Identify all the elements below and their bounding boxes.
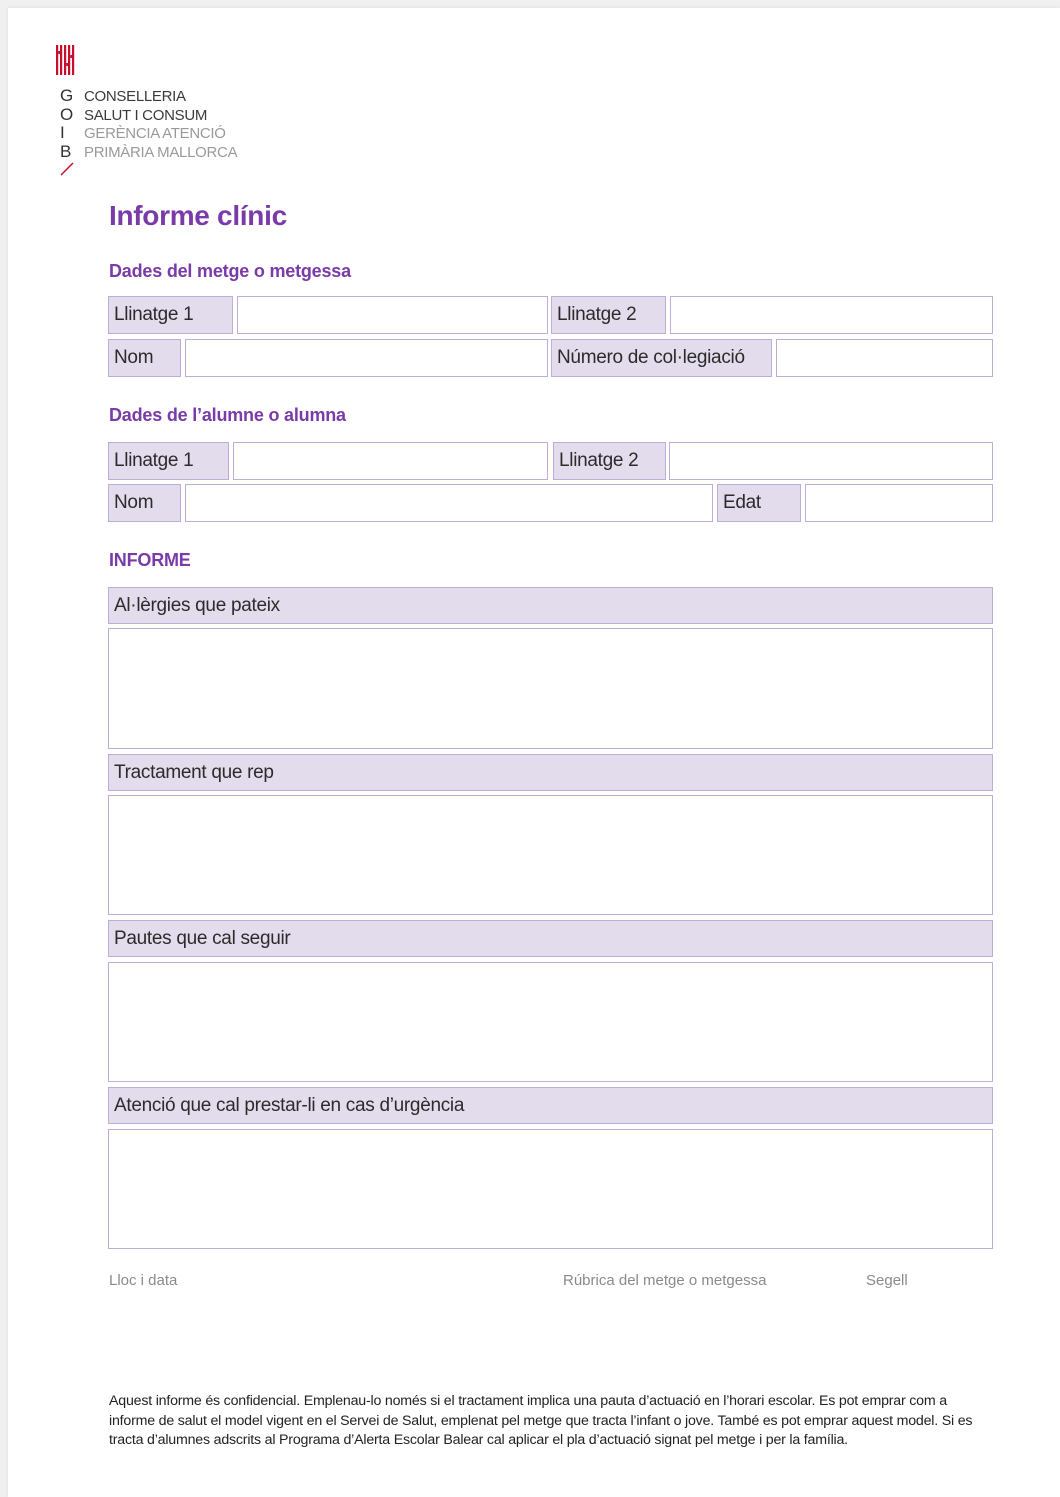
student-age-field[interactable] xyxy=(805,484,993,522)
doctor-surname2-label: Llinatge 2 xyxy=(551,296,666,334)
logo-letters: G O I B xyxy=(60,86,76,161)
guidelines-textarea[interactable] xyxy=(108,962,993,1082)
logo-text: CONSELLERIA SALUT I CONSUM GERÈNCIA ATEN… xyxy=(84,88,238,162)
doctor-surname2-field[interactable] xyxy=(670,296,993,334)
confidentiality-note: Aquest informe és confidencial. Emplenau… xyxy=(109,1393,973,1448)
stamp-label: Segell xyxy=(866,1272,908,1289)
logo-line: SALUT I CONSUM xyxy=(84,106,208,124)
doctor-name-label: Nom xyxy=(108,339,181,377)
guidelines-label: Pautes que cal seguir xyxy=(108,920,993,957)
doctor-section-heading: Dades del metge o metgessa xyxy=(109,261,351,281)
allergies-label: Al·lèrgies que pateix xyxy=(108,587,993,624)
student-surname1-field[interactable] xyxy=(233,442,548,480)
logo-letter: G xyxy=(60,86,74,105)
doctor-signature-label: Rúbrica del metge o metgessa xyxy=(563,1272,767,1289)
doctor-name-field[interactable] xyxy=(185,339,548,377)
logo-slash-icon xyxy=(60,162,74,176)
student-age-label: Edat xyxy=(717,484,801,522)
student-surname2-label: Llinatge 2 xyxy=(553,442,666,480)
logo-letter: B xyxy=(60,141,72,161)
student-surname1-label: Llinatge 1 xyxy=(108,442,229,480)
place-date-label: Lloc i data xyxy=(109,1272,178,1289)
student-name-field[interactable] xyxy=(185,484,713,522)
logo-line: CONSELLERIA xyxy=(84,88,186,105)
student-name-label: Nom xyxy=(108,484,181,522)
college-number-label: Número de col·legiació xyxy=(551,339,772,377)
doctor-surname1-field[interactable] xyxy=(237,296,548,334)
logo-line: PRIMÀRIA MALLORCA xyxy=(84,143,238,161)
goib-logo-icon xyxy=(56,45,75,75)
report-section-heading: INFORME xyxy=(109,550,191,570)
allergies-textarea[interactable] xyxy=(108,628,993,749)
student-surname2-field[interactable] xyxy=(669,442,993,480)
logo-letter: I xyxy=(60,123,65,142)
treatment-label: Tractament que rep xyxy=(108,754,993,791)
page-title: Informe clínic xyxy=(109,200,287,231)
logo-line: GERÈNCIA ATENCIÓ xyxy=(84,125,226,142)
student-section-heading: Dades de l’alumne o alumna xyxy=(109,405,346,425)
emergency-textarea[interactable] xyxy=(108,1129,993,1249)
emergency-label: Atenció que cal prestar-li en cas d’urgè… xyxy=(108,1087,993,1124)
logo-letter: O xyxy=(60,104,74,124)
doctor-surname1-label: Llinatge 1 xyxy=(108,296,233,334)
college-number-field[interactable] xyxy=(776,339,993,377)
treatment-textarea[interactable] xyxy=(108,795,993,915)
